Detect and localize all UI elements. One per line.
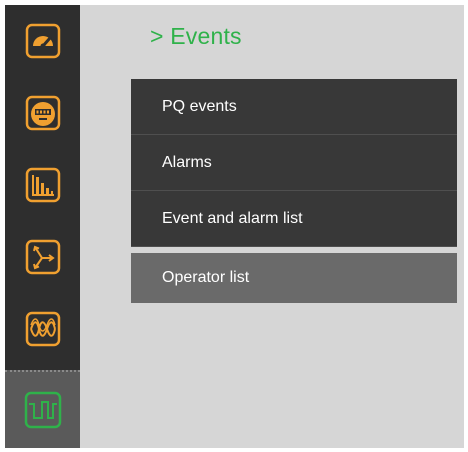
sidebar-item-events[interactable] (5, 370, 80, 448)
phasor-icon (25, 239, 61, 275)
sidebar-item-waveform[interactable] (5, 293, 80, 365)
sidebar-item-phasor[interactable] (5, 221, 80, 293)
events-icon (24, 391, 62, 429)
page-title: > Events (150, 23, 242, 49)
app-frame: > Events PQ events Alarms Event and alar… (5, 5, 464, 448)
sidebar-item-meter[interactable] (5, 77, 80, 149)
sidebar-item-gauge[interactable] (5, 5, 80, 77)
menu-item-event-and-alarm-list[interactable]: Event and alarm list (131, 191, 457, 247)
meter-icon (25, 95, 61, 131)
bar-chart-icon (25, 167, 61, 203)
menu-item-pq-events[interactable]: PQ events (131, 79, 457, 135)
menu-item-operator-list[interactable]: Operator list (131, 253, 457, 303)
events-menu: PQ events Alarms Event and alarm list Op… (131, 79, 457, 303)
sidebar-item-bar-chart[interactable] (5, 149, 80, 221)
menu-item-alarms[interactable]: Alarms (131, 135, 457, 191)
sidebar (5, 5, 80, 448)
gauge-icon (25, 23, 61, 59)
waveform-icon (25, 311, 61, 347)
